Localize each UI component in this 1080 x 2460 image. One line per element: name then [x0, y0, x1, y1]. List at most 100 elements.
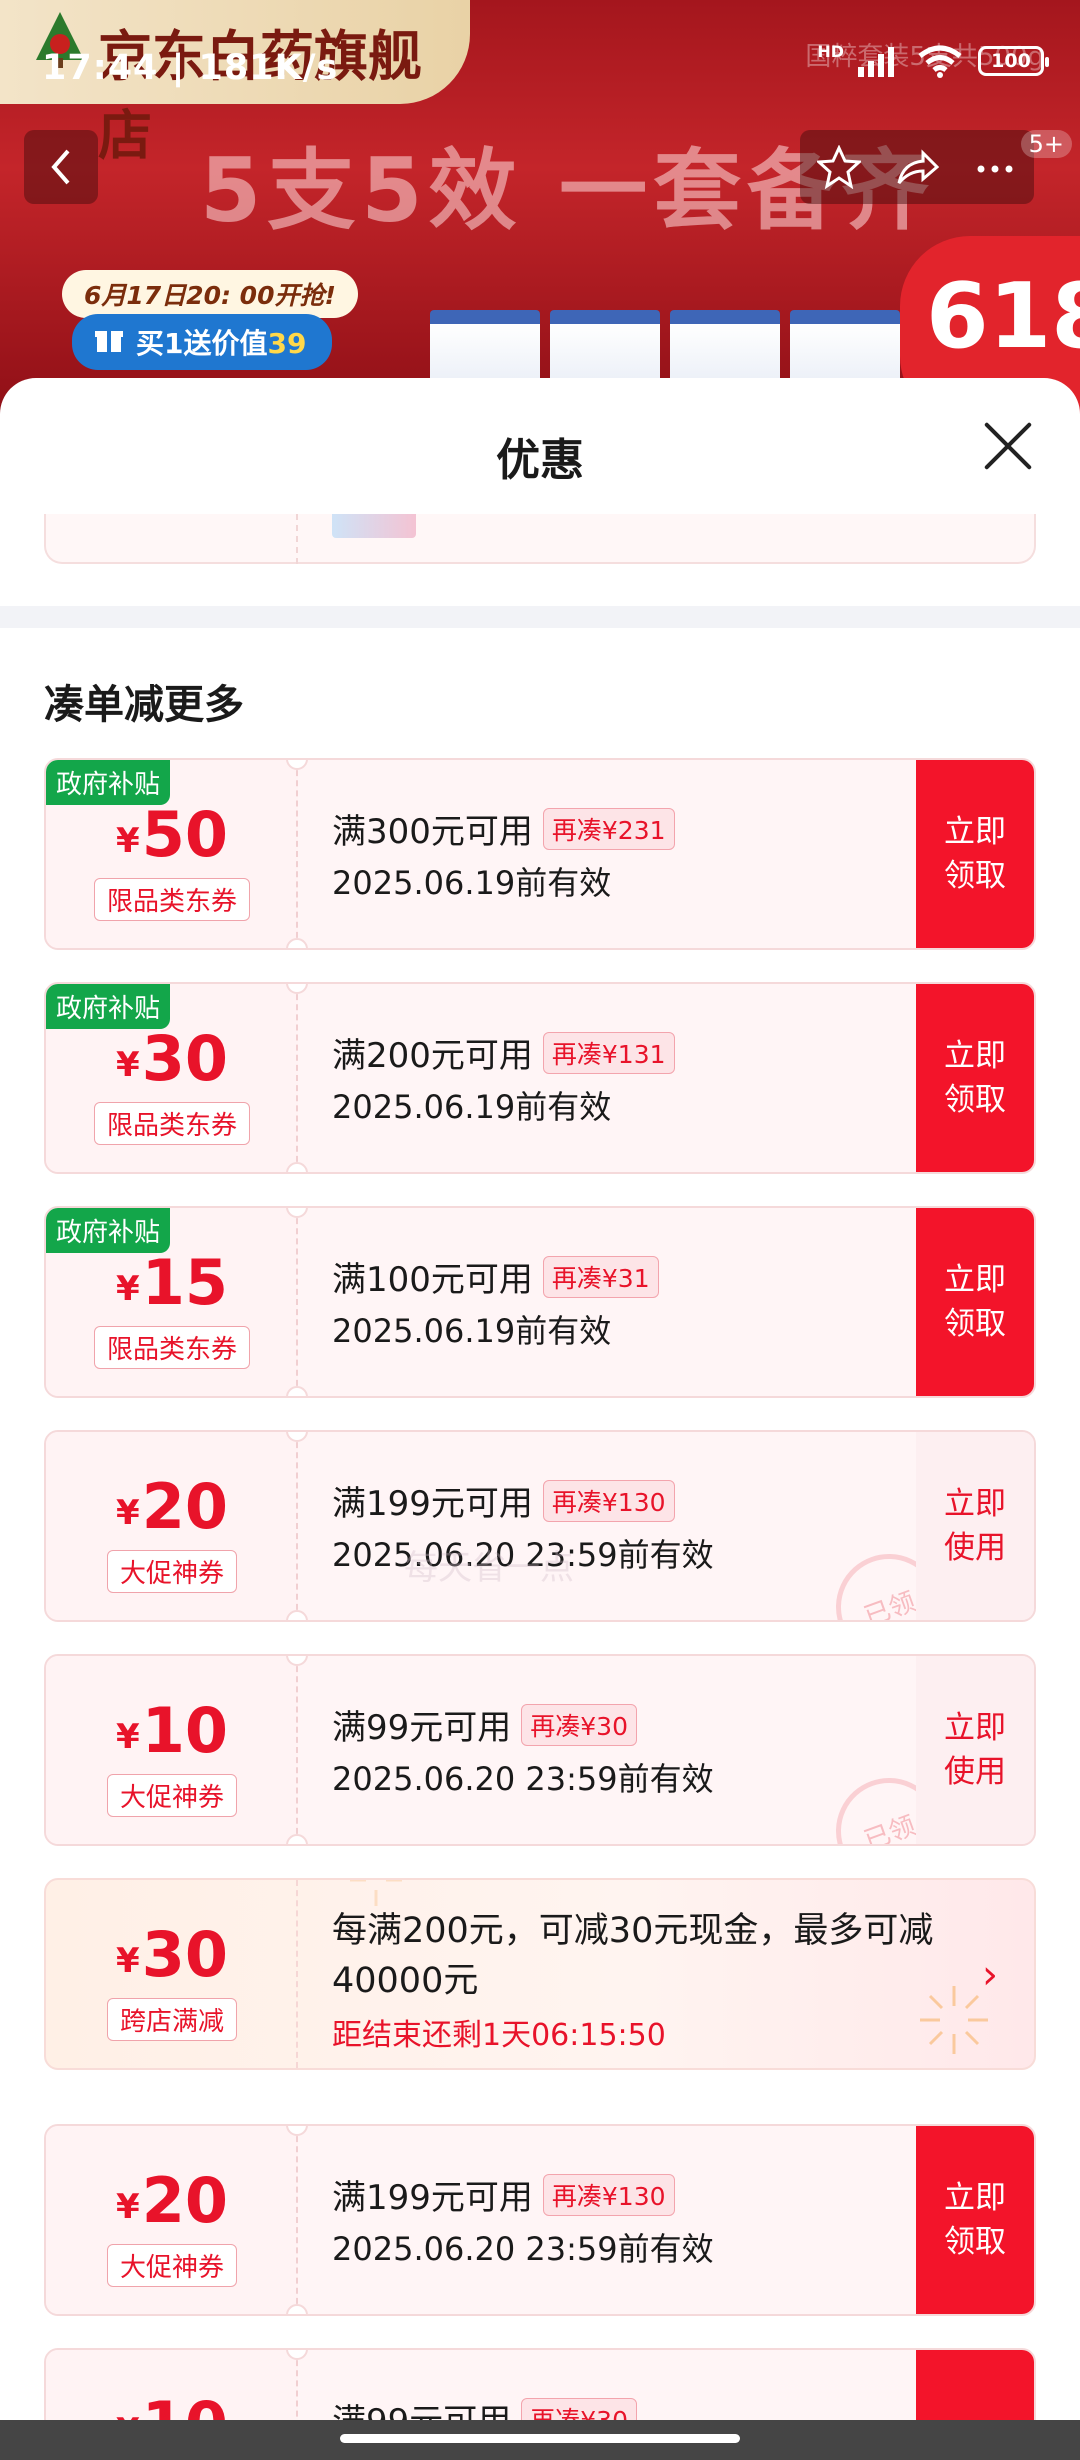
partial-coupon-card	[44, 514, 1036, 564]
action-line-2: 使用	[944, 1530, 1006, 1566]
section-title: 凑单减更多	[44, 682, 244, 728]
coupon-type-label: 跨店满减	[106, 1998, 238, 2041]
close-icon[interactable]	[980, 418, 1036, 474]
amount-value: 30	[141, 1918, 228, 1991]
coupon-value-panel: ¥20 大促神券	[46, 1432, 298, 1620]
coupon-card: ¥20 大促神券 满199元可用 再凑¥130 2025.06.20 23:59前…	[44, 1430, 1036, 1622]
coupon-card: ¥20 大促神券 满199元可用 再凑¥130 2025.06.20 23:59前…	[44, 2124, 1036, 2316]
coupon-notch	[286, 1610, 308, 1620]
use-button[interactable]: 立即 使用	[916, 1432, 1034, 1620]
coupon-value-panel: ¥10	[46, 2350, 298, 2420]
action-line-1: 立即	[944, 1038, 1006, 1074]
home-indicator[interactable]	[340, 2434, 740, 2443]
promo-countdown: 距结束还剩1天06:15:50	[332, 2018, 666, 2053]
amount-value: 20	[141, 1470, 228, 1543]
coupon-condition: 满300元可用 再凑¥231	[332, 804, 675, 853]
action-line-2: 领取	[944, 2224, 1006, 2260]
coupon-notch	[286, 1834, 308, 1844]
hd-badge: HD	[817, 41, 844, 61]
coupon-card: ¥30 限品类东券 政府补贴 满200元可用 再凑¥131 2025.06.19前…	[44, 982, 1036, 1174]
coupon-type-label: 限品类东券	[93, 1102, 251, 1145]
amount-value: 30	[141, 1022, 228, 1095]
gov-subsidy-tag: 政府补贴	[46, 760, 171, 805]
action-line-1: 立即	[944, 2180, 1006, 2216]
chevron-left-icon	[51, 149, 70, 185]
action-line-2: 领取	[944, 858, 1006, 894]
coupon-type-label: 大促神券	[106, 1550, 238, 1593]
coupon-condition: 满99元可用再凑¥30	[332, 1700, 637, 1749]
status-time: 17:44 | 181K/s	[42, 48, 339, 88]
cross-store-promo-card[interactable]: ¥30 跨店满减 每满200元，可减30元现金，最多可减40000元 距结束还剩…	[44, 1878, 1036, 2070]
condition-text: 满199元可用	[332, 1484, 533, 1524]
currency-symbol: ¥	[116, 2187, 140, 2227]
coupon-notch	[286, 1386, 308, 1396]
coupon-divider	[296, 514, 298, 564]
coupon-amount: ¥50	[46, 798, 298, 871]
back-button[interactable]	[24, 130, 98, 204]
coupon-condition: 满99元可用再凑¥30	[332, 2394, 637, 2420]
gap-pill: 再凑¥30	[521, 2397, 637, 2420]
coupon-divider	[296, 1656, 298, 1844]
message-badge: 5+	[1020, 130, 1072, 158]
coupon-divider	[296, 1880, 298, 2068]
share-icon[interactable]	[895, 145, 939, 189]
condition-text: 满200元可用	[332, 1036, 533, 1076]
battery-icon: 100	[978, 46, 1049, 76]
coupon-notch	[286, 1162, 308, 1172]
coupon-divider	[296, 760, 298, 948]
claim-button[interactable]: 立即	[916, 2350, 1034, 2420]
coupon-amount: ¥20	[46, 2164, 298, 2237]
gap-pill: 再凑¥30	[521, 1703, 637, 1746]
amount-value: 15	[141, 1246, 228, 1319]
claim-button[interactable]: 立即 领取	[916, 760, 1034, 948]
coupon-validity: 2025.06.20 23:59前有效	[332, 2230, 714, 2268]
coupon-type-label: 限品类东券	[93, 878, 251, 921]
action-line-2: 领取	[944, 1306, 1006, 1342]
use-button[interactable]: 立即 使用	[916, 1656, 1034, 1844]
coupon-validity: 2025.06.19前有效	[332, 1088, 612, 1126]
gift-pill: 买1送价值39	[72, 314, 333, 370]
coupon-divider	[296, 1208, 298, 1396]
coupon-amount: ¥10	[46, 1694, 298, 1767]
claim-button[interactable]: 立即 领取	[916, 984, 1034, 1172]
gov-subsidy-tag: 政府补贴	[46, 984, 171, 1029]
action-line-1: 立即	[944, 1262, 1006, 1298]
coupon-amount: ¥10	[46, 2388, 298, 2420]
product-thumbnail	[332, 514, 416, 538]
condition-text: 满99元可用	[332, 1708, 512, 1748]
claim-button[interactable]: 立即 领取	[916, 2126, 1034, 2314]
coupon-value-panel: ¥10 大促神券	[46, 1656, 298, 1844]
gap-pill: 再凑¥31	[542, 1255, 659, 1298]
currency-symbol: ¥	[116, 1045, 140, 1085]
coupon-validity: 2025.06.20 23:59前有效	[332, 1760, 714, 1798]
action-line-1: 立即	[944, 814, 1006, 850]
section-separator	[0, 606, 1080, 628]
coupon-card: ¥50 限品类东券 政府补贴 满300元可用 再凑¥231 2025.06.19前…	[44, 758, 1036, 950]
coupon-condition: 满199元可用 再凑¥130	[332, 2170, 675, 2219]
coupon-divider	[296, 1432, 298, 1620]
action-line-2: 使用	[944, 1754, 1006, 1790]
coupon-sheet: 优惠 凑单减更多 ¥50 限品类东券 政府补贴 满300元可用 再凑¥231 20…	[0, 378, 1080, 2420]
currency-symbol: ¥	[116, 1941, 140, 1981]
signal-icon	[858, 47, 894, 77]
amount-value: 10	[142, 2388, 228, 2420]
chevron-right-icon: ›	[982, 1952, 998, 1998]
coupon-type-label: 大促神券	[106, 2244, 238, 2287]
star-icon[interactable]	[817, 145, 861, 189]
sheet-title: 优惠	[496, 435, 584, 486]
gap-pill: 再凑¥130	[542, 1479, 675, 1522]
coupon-validity: 2025.06.19前有效	[332, 864, 612, 902]
currency-symbol: ¥	[116, 1269, 140, 1309]
claim-button[interactable]: 立即 领取	[916, 1208, 1034, 1396]
coupon-amount: ¥20	[46, 1470, 298, 1543]
more-icon[interactable]	[973, 145, 1017, 189]
amount-value: 50	[141, 798, 228, 871]
system-nav-bar	[0, 2420, 1080, 2460]
status-icons: HD 100	[817, 41, 1049, 78]
coupon-condition: 满200元可用 再凑¥131	[332, 1028, 675, 1077]
coupon-card: ¥10 大促神券 满99元可用 再凑¥30 2025.06.20 23:59前有效…	[44, 1654, 1036, 1846]
coupon-card: ¥15 限品类东券 政府补贴 满100元可用 再凑¥31 2025.06.19前有…	[44, 1206, 1036, 1398]
coupon-condition: 满100元可用 再凑¥31	[332, 1252, 659, 1301]
wifi-icon	[918, 45, 962, 78]
coupon-amount: ¥30	[46, 1918, 298, 1991]
